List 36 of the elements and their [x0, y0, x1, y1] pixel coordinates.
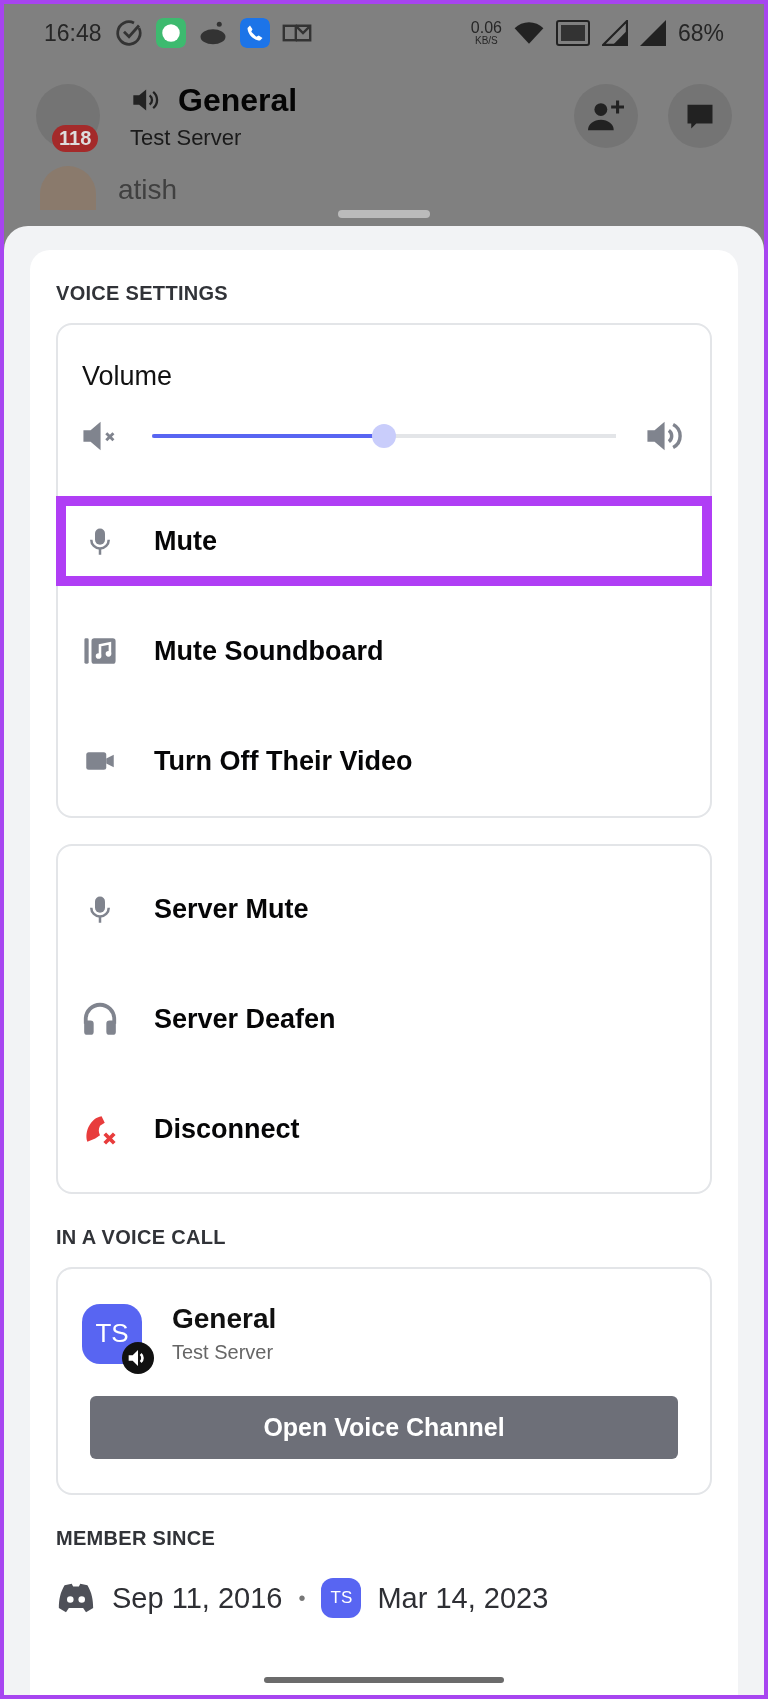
- member-since-date: Sep 11, 2016: [112, 1581, 283, 1615]
- headphones-icon: [81, 1000, 119, 1038]
- menu-item[interactable]: Mute Soundboard: [58, 596, 710, 706]
- game-controller-icon: [56, 1582, 96, 1614]
- network-speed: 0.06: [470, 20, 502, 36]
- chat-app-icon: [155, 18, 186, 48]
- unread-badge: 118: [52, 125, 99, 152]
- drag-handle[interactable]: [338, 210, 430, 218]
- signal-icon: [639, 20, 666, 46]
- volume-label: Volume: [81, 360, 174, 392]
- person-add-icon: [588, 100, 624, 132]
- signal-icon: [601, 20, 628, 46]
- menu-item[interactable]: Disconnect: [58, 1074, 710, 1184]
- open-voice-channel-button[interactable]: Open Voice Channel: [90, 1396, 678, 1459]
- server-name: Test Server: [172, 1341, 275, 1364]
- server-avatar: TS: [321, 1578, 362, 1618]
- battery-percent: 68%: [677, 19, 724, 47]
- section-heading: MEMBER SINCE: [56, 1527, 217, 1550]
- member-name: atish: [118, 174, 178, 206]
- menu-item[interactable]: Mute: [56, 496, 712, 586]
- channel-name: General: [172, 1303, 277, 1335]
- clock-time: 16:48: [44, 19, 102, 47]
- section-heading: IN A VOICE CALL: [56, 1226, 227, 1249]
- section-heading: VOICE SETTINGS: [56, 282, 229, 305]
- menu-item[interactable]: Turn Off Their Video: [58, 706, 710, 816]
- menu-item[interactable]: Server Deafen: [58, 964, 710, 1074]
- separator-dot: •: [298, 1586, 306, 1610]
- menu-item[interactable]: Server Mute: [58, 854, 710, 964]
- speaker-icon: [122, 1341, 154, 1374]
- channel-title: General: [178, 81, 298, 119]
- server-name: Test Server: [130, 124, 243, 151]
- wifi-icon: [513, 21, 544, 45]
- phone-app-icon: [239, 18, 270, 48]
- member-since-date: Mar 14, 2023: [377, 1581, 549, 1615]
- speed-unit: KB/S: [475, 36, 498, 46]
- check-circle-icon: [113, 18, 144, 48]
